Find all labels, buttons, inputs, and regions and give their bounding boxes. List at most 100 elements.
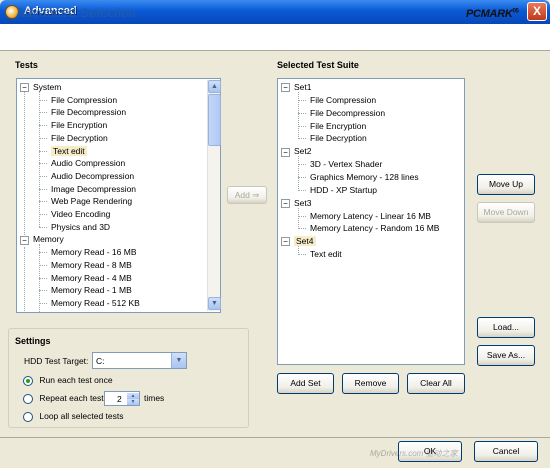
load-button[interactable]: Load...: [477, 317, 535, 338]
tree-item[interactable]: File Encryption: [310, 120, 366, 133]
cancel-button[interactable]: Cancel: [474, 441, 538, 462]
tree-group[interactable]: − Set3: [281, 197, 312, 210]
brand-name: PCMARK: [466, 8, 513, 20]
tree-item[interactable]: Graphics Memory - 128 lines: [310, 171, 419, 184]
spin-down-icon[interactable]: ▼: [127, 399, 139, 405]
suite-label: Selected Test Suite: [277, 60, 359, 70]
save-as-button[interactable]: Save As...: [477, 345, 535, 366]
tree-item-label: Memory Read - 4 MB: [51, 272, 132, 283]
collapse-icon[interactable]: −: [281, 147, 290, 157]
page-title: Advanced Selection: [16, 5, 137, 20]
chevron-down-icon[interactable]: ▼: [171, 353, 186, 368]
tree-item[interactable]: File Compression: [310, 94, 376, 107]
tests-scrollbar[interactable]: ▲ ▼: [207, 80, 221, 311]
times-label: times: [144, 393, 165, 403]
repeat-count-stepper[interactable]: 2 ▲ ▼: [104, 391, 140, 406]
tree-item[interactable]: Memory Read - 4 MB: [51, 272, 132, 285]
move-down-button[interactable]: Move Down: [477, 202, 535, 223]
repeat-radio[interactable]: [23, 393, 33, 404]
brand-version: 05: [512, 8, 519, 15]
tree-item-label: Memory Latency - Linear 16 MB: [310, 210, 431, 221]
tree-item[interactable]: File Decompression: [51, 106, 126, 119]
tree-item[interactable]: Memory Read - 8 MB: [51, 259, 132, 272]
tree-item[interactable]: File Decompression: [310, 107, 385, 120]
tree-group[interactable]: − Memory: [20, 233, 64, 246]
tree-item-label: File Compression: [51, 94, 118, 105]
tree-group[interactable]: − Set1: [281, 81, 312, 94]
tree-item[interactable]: Text edit: [310, 248, 342, 261]
tree-item-label: Video Encoding: [51, 209, 111, 219]
tree-item[interactable]: Audio Decompression: [51, 170, 134, 183]
tree-item[interactable]: File Encryption: [51, 119, 107, 132]
tree-group-label: Set4: [294, 236, 316, 247]
tree-group-label: Set2: [294, 146, 312, 157]
tree-group-label: Memory: [33, 234, 64, 245]
tree-item-label: File Encryption: [51, 120, 108, 131]
tree-item[interactable]: Video Encoding: [51, 208, 110, 221]
add-button[interactable]: Add ⇒: [227, 186, 267, 204]
repeat-count-value: 2: [117, 394, 122, 404]
collapse-icon[interactable]: −: [281, 198, 290, 208]
tree-group-label: Set3: [294, 197, 312, 208]
tree-item-label: Physics and 3D: [51, 221, 111, 232]
tests-label: Tests: [15, 60, 38, 70]
scroll-up-icon[interactable]: ▲: [208, 80, 221, 93]
clear-all-button[interactable]: Clear All: [407, 373, 465, 394]
tree-item[interactable]: File Decryption: [310, 132, 367, 145]
remove-button[interactable]: Remove: [342, 373, 399, 394]
tree-item-label: Memory Read - 512 KB: [51, 297, 140, 308]
tree-item-label: Audio Compression: [51, 158, 126, 169]
scroll-thumb[interactable]: [208, 94, 221, 146]
collapse-icon[interactable]: −: [20, 83, 29, 93]
header-band: [0, 24, 550, 51]
loop-radio[interactable]: [23, 411, 33, 422]
tree-item[interactable]: Image Decompression: [51, 183, 136, 196]
hdd-target-select[interactable]: C: ▼: [92, 352, 187, 369]
tree-item[interactable]: Audio Compression: [51, 157, 125, 170]
tree-item[interactable]: Physics and 3D: [51, 221, 110, 234]
loop-option[interactable]: Loop all selected tests: [23, 411, 123, 422]
tree-item-label: File Decryption: [51, 132, 108, 143]
collapse-icon[interactable]: −: [281, 237, 290, 247]
tests-tree[interactable]: − System File Compression File Decompressio…: [16, 78, 221, 313]
watermark: MyDrivers.com 驱动之家: [370, 449, 458, 458]
tree-item[interactable]: Memory Read - 1 MB: [51, 284, 132, 297]
hdd-target-value: C:: [96, 356, 105, 366]
tree-item-label: Memory Read - 1 MB: [51, 285, 132, 296]
tree-item[interactable]: 3D - Vertex Shader: [310, 158, 382, 171]
tree-item[interactable]: Web Page Rendering: [51, 195, 132, 208]
loop-label: Loop all selected tests: [39, 411, 124, 421]
tree-group[interactable]: − Set2: [281, 145, 312, 158]
run-once-label: Run each test once: [39, 375, 113, 385]
tree-item-label: Memory Read - 192 KB: [51, 311, 140, 312]
repeat-option[interactable]: Repeat each test: [23, 393, 104, 404]
tree-item-label: Text edit: [310, 249, 342, 260]
footer-divider: [0, 437, 550, 438]
tree-item-label: Graphics Memory - 128 lines: [310, 171, 419, 182]
suite-tree[interactable]: − Set1 File Compression File Decompression F…: [277, 78, 465, 365]
tree-item[interactable]: Text edit: [51, 145, 87, 158]
collapse-icon[interactable]: −: [281, 83, 290, 93]
collapse-icon[interactable]: −: [20, 235, 29, 245]
move-up-button[interactable]: Move Up: [477, 174, 535, 195]
add-set-button[interactable]: Add Set: [277, 373, 334, 394]
tree-item-label: Memory Read - 8 MB: [51, 259, 132, 270]
tree-item-label: File Decompression: [51, 107, 127, 118]
tree-group[interactable]: − System: [20, 81, 61, 94]
tree-item[interactable]: Memory Latency - Linear 16 MB: [310, 210, 431, 223]
scroll-down-icon[interactable]: ▼: [208, 297, 221, 310]
tree-item[interactable]: Memory Read - 16 MB: [51, 246, 137, 259]
tree-item[interactable]: Memory Read - 192 KB: [51, 310, 140, 312]
tree-item[interactable]: Memory Latency - Random 16 MB: [310, 222, 439, 235]
tree-item[interactable]: File Compression: [51, 94, 117, 107]
run-once-radio[interactable]: [23, 375, 33, 386]
tree-item[interactable]: Memory Read - 512 KB: [51, 297, 140, 310]
tree-item-label: 3D - Vertex Shader: [310, 159, 383, 170]
run-once-option[interactable]: Run each test once: [23, 375, 113, 386]
close-icon[interactable]: X: [527, 2, 547, 21]
hdd-target-label: HDD Test Target:: [24, 356, 89, 366]
tree-item[interactable]: HDD - XP Startup: [310, 184, 377, 197]
tree-item-label: File Decompression: [310, 107, 386, 118]
tree-group-label: Set1: [294, 82, 312, 92]
tree-item[interactable]: File Decryption: [51, 132, 108, 145]
